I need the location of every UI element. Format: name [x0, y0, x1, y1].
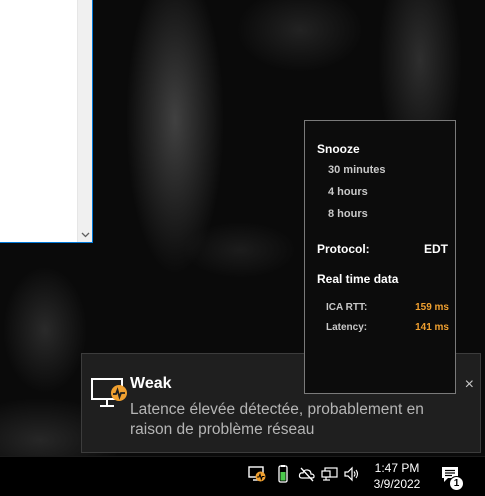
toast-message: Latence élevée détectée, probablement en… — [130, 401, 424, 438]
scroll-down-button[interactable] — [78, 227, 93, 242]
latency-value: 141 ms — [415, 322, 449, 333]
vertical-scrollbar[interactable] — [77, 0, 92, 242]
close-icon[interactable]: × — [465, 376, 474, 394]
latency-label: Latency: — [326, 322, 368, 333]
volume-icon[interactable] — [343, 465, 361, 483]
connection-status-popup: Snooze 30 minutes 4 hours 8 hours Protoc… — [304, 120, 456, 394]
snooze-header: Snooze — [317, 142, 360, 156]
toast-title: Weak — [130, 375, 172, 392]
ica-rtt-label: ICA RTT: — [326, 302, 368, 313]
clock-time: 1:47 PM — [374, 461, 420, 475]
ica-rtt-value: 159 ms — [415, 302, 449, 313]
snooze-option-8-hours[interactable]: 8 hours — [328, 208, 368, 220]
clock-date: 3/9/2022 — [373, 477, 421, 491]
monitor-signal-warning-icon — [91, 376, 127, 412]
protocol-value: EDT — [424, 242, 448, 256]
snooze-option-4-hours[interactable]: 4 hours — [328, 186, 368, 198]
realtime-header: Real time data — [317, 272, 399, 286]
network-icon[interactable] — [321, 465, 339, 483]
citrix-hdx-icon[interactable] — [248, 465, 266, 483]
chevron-down-icon — [81, 232, 90, 237]
battery-icon[interactable] — [274, 465, 292, 483]
snooze-option-30-minutes[interactable]: 30 minutes — [328, 164, 385, 176]
cloud-offline-icon[interactable] — [298, 465, 316, 483]
notification-count-badge: 1 — [449, 476, 464, 491]
taskbar: 1:47 PM 3/9/2022 1 — [0, 456, 485, 496]
protocol-label: Protocol: — [317, 242, 370, 256]
app-window[interactable] — [0, 0, 93, 243]
system-clock[interactable]: 1:47 PM 3/9/2022 — [369, 460, 425, 492]
